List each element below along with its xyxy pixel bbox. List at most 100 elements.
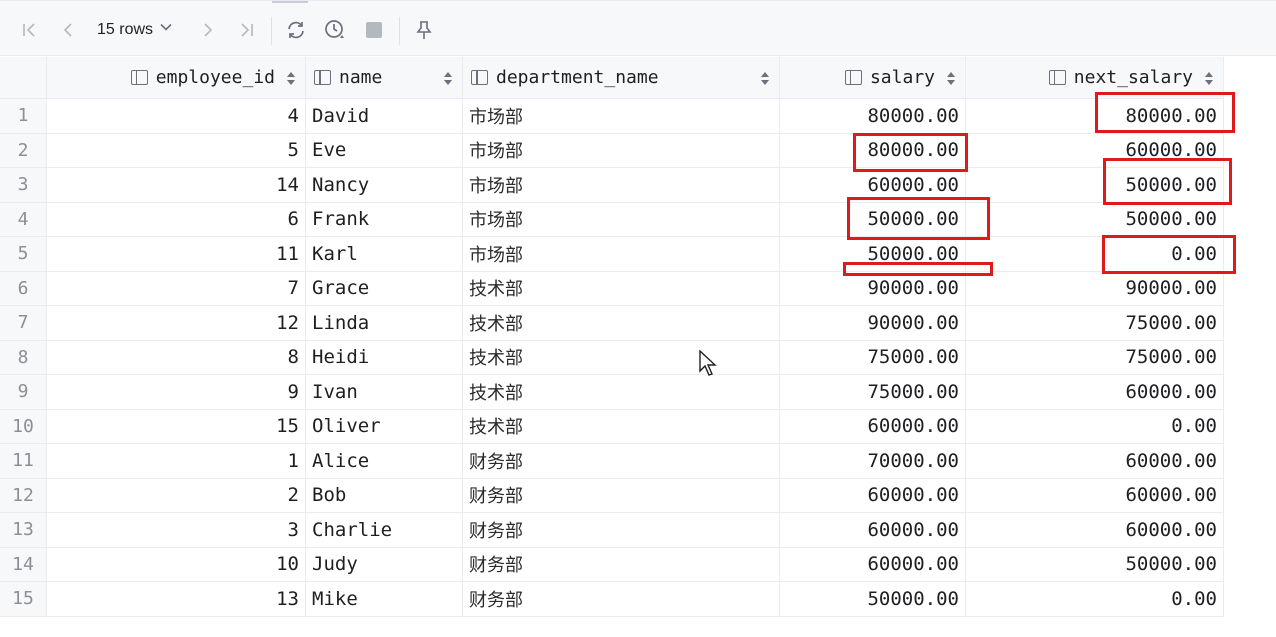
refresh-button[interactable] [281, 15, 311, 45]
pin-tab-button[interactable] [410, 15, 438, 45]
cell-employee-id[interactable]: 1 [47, 444, 306, 479]
cell-department-name[interactable]: 技术部 [463, 375, 780, 410]
cell-salary[interactable]: 80000.00 [780, 133, 966, 168]
row-number[interactable]: 8 [0, 340, 47, 375]
cell-salary[interactable]: 60000.00 [780, 547, 966, 582]
cell-name[interactable]: Linda [306, 306, 463, 341]
cell-name[interactable]: Alice [306, 444, 463, 479]
prev-page-button[interactable] [54, 15, 82, 45]
cell-name[interactable]: Bob [306, 478, 463, 513]
cell-next-salary[interactable]: 60000.00 [966, 478, 1224, 513]
sort-icon[interactable] [1205, 70, 1213, 86]
column-header-salary[interactable]: salary [780, 57, 966, 99]
table-row[interactable]: 12 2 Bob 财务部 60000.00 60000.00 [0, 478, 1224, 513]
row-number[interactable]: 10 [0, 409, 47, 444]
sort-icon[interactable] [287, 70, 295, 86]
cell-salary[interactable]: 70000.00 [780, 444, 966, 479]
cell-employee-id[interactable]: 13 [47, 582, 306, 617]
cell-next-salary[interactable]: 50000.00 [966, 547, 1224, 582]
cell-salary[interactable]: 50000.00 [780, 237, 966, 272]
cell-department-name[interactable]: 技术部 [463, 409, 780, 444]
cell-next-salary[interactable]: 50000.00 [966, 168, 1224, 203]
table-row[interactable]: 10 15 Oliver 技术部 60000.00 0.00 [0, 409, 1224, 444]
column-header-employee-id[interactable]: employee_id [47, 57, 306, 99]
column-header-name[interactable]: name [306, 57, 463, 99]
cell-name[interactable]: Judy [306, 547, 463, 582]
cell-salary[interactable]: 50000.00 [780, 202, 966, 237]
history-button[interactable] [320, 15, 350, 45]
table-row[interactable]: 7 12 Linda 技术部 90000.00 75000.00 [0, 306, 1224, 341]
cell-name[interactable]: Nancy [306, 168, 463, 203]
cell-next-salary[interactable]: 60000.00 [966, 444, 1224, 479]
cell-department-name[interactable]: 市场部 [463, 202, 780, 237]
row-number[interactable]: 2 [0, 133, 47, 168]
cell-department-name[interactable]: 财务部 [463, 582, 780, 617]
row-number[interactable]: 7 [0, 306, 47, 341]
cell-salary[interactable]: 90000.00 [780, 271, 966, 306]
cell-employee-id[interactable]: 9 [47, 375, 306, 410]
cell-next-salary[interactable]: 60000.00 [966, 375, 1224, 410]
cell-name[interactable]: Eve [306, 133, 463, 168]
cell-name[interactable]: Karl [306, 237, 463, 272]
cell-next-salary[interactable]: 0.00 [966, 409, 1224, 444]
cell-employee-id[interactable]: 8 [47, 340, 306, 375]
cell-name[interactable]: Grace [306, 271, 463, 306]
cell-employee-id[interactable]: 5 [47, 133, 306, 168]
row-number[interactable]: 1 [0, 99, 47, 134]
table-row[interactable]: 11 1 Alice 财务部 70000.00 60000.00 [0, 444, 1224, 479]
cell-salary[interactable]: 60000.00 [780, 478, 966, 513]
table-row[interactable]: 8 8 Heidi 技术部 75000.00 75000.00 [0, 340, 1224, 375]
row-number[interactable]: 6 [0, 271, 47, 306]
cell-department-name[interactable]: 市场部 [463, 237, 780, 272]
row-number[interactable]: 4 [0, 202, 47, 237]
cell-employee-id[interactable]: 11 [47, 237, 306, 272]
cell-department-name[interactable]: 财务部 [463, 547, 780, 582]
cell-department-name[interactable]: 财务部 [463, 444, 780, 479]
column-header-next-salary[interactable]: next_salary [966, 57, 1224, 99]
cell-department-name[interactable]: 财务部 [463, 513, 780, 548]
table-row[interactable]: 5 11 Karl 市场部 50000.00 0.00 [0, 237, 1224, 272]
cell-name[interactable]: Frank [306, 202, 463, 237]
cell-department-name[interactable]: 市场部 [463, 133, 780, 168]
grid-corner[interactable] [0, 57, 47, 99]
cell-next-salary[interactable]: 60000.00 [966, 513, 1224, 548]
table-row[interactable]: 13 3 Charlie 财务部 60000.00 60000.00 [0, 513, 1224, 548]
table-row[interactable]: 15 13 Mike 财务部 50000.00 0.00 [0, 582, 1224, 617]
cell-employee-id[interactable]: 7 [47, 271, 306, 306]
cell-salary[interactable]: 90000.00 [780, 306, 966, 341]
cell-name[interactable]: David [306, 99, 463, 134]
table-row[interactable]: 3 14 Nancy 市场部 60000.00 50000.00 [0, 168, 1224, 203]
cell-department-name[interactable]: 市场部 [463, 99, 780, 134]
cell-name[interactable]: Mike [306, 582, 463, 617]
row-number[interactable]: 15 [0, 582, 47, 617]
cell-next-salary[interactable]: 60000.00 [966, 133, 1224, 168]
cell-next-salary[interactable]: 0.00 [966, 237, 1224, 272]
cell-employee-id[interactable]: 15 [47, 409, 306, 444]
cell-salary[interactable]: 75000.00 [780, 340, 966, 375]
row-number[interactable]: 11 [0, 444, 47, 479]
cell-salary[interactable]: 80000.00 [780, 99, 966, 134]
table-row[interactable]: 4 6 Frank 市场部 50000.00 50000.00 [0, 202, 1224, 237]
last-page-button[interactable] [232, 15, 260, 45]
cell-name[interactable]: Oliver [306, 409, 463, 444]
cell-salary[interactable]: 60000.00 [780, 513, 966, 548]
cell-name[interactable]: Ivan [306, 375, 463, 410]
cell-name[interactable]: Charlie [306, 513, 463, 548]
first-page-button[interactable] [16, 15, 44, 45]
row-number[interactable]: 14 [0, 547, 47, 582]
cell-department-name[interactable]: 财务部 [463, 478, 780, 513]
cell-employee-id[interactable]: 2 [47, 478, 306, 513]
cell-next-salary[interactable]: 80000.00 [966, 99, 1224, 134]
row-number[interactable]: 3 [0, 168, 47, 203]
cell-department-name[interactable]: 技术部 [463, 306, 780, 341]
cell-next-salary[interactable]: 90000.00 [966, 271, 1224, 306]
cell-next-salary[interactable]: 75000.00 [966, 306, 1224, 341]
stop-button[interactable] [360, 15, 388, 45]
cell-next-salary[interactable]: 75000.00 [966, 340, 1224, 375]
cell-department-name[interactable]: 技术部 [463, 340, 780, 375]
cell-employee-id[interactable]: 10 [47, 547, 306, 582]
cell-employee-id[interactable]: 4 [47, 99, 306, 134]
row-number[interactable]: 13 [0, 513, 47, 548]
cell-next-salary[interactable]: 50000.00 [966, 202, 1224, 237]
cell-department-name[interactable]: 市场部 [463, 168, 780, 203]
